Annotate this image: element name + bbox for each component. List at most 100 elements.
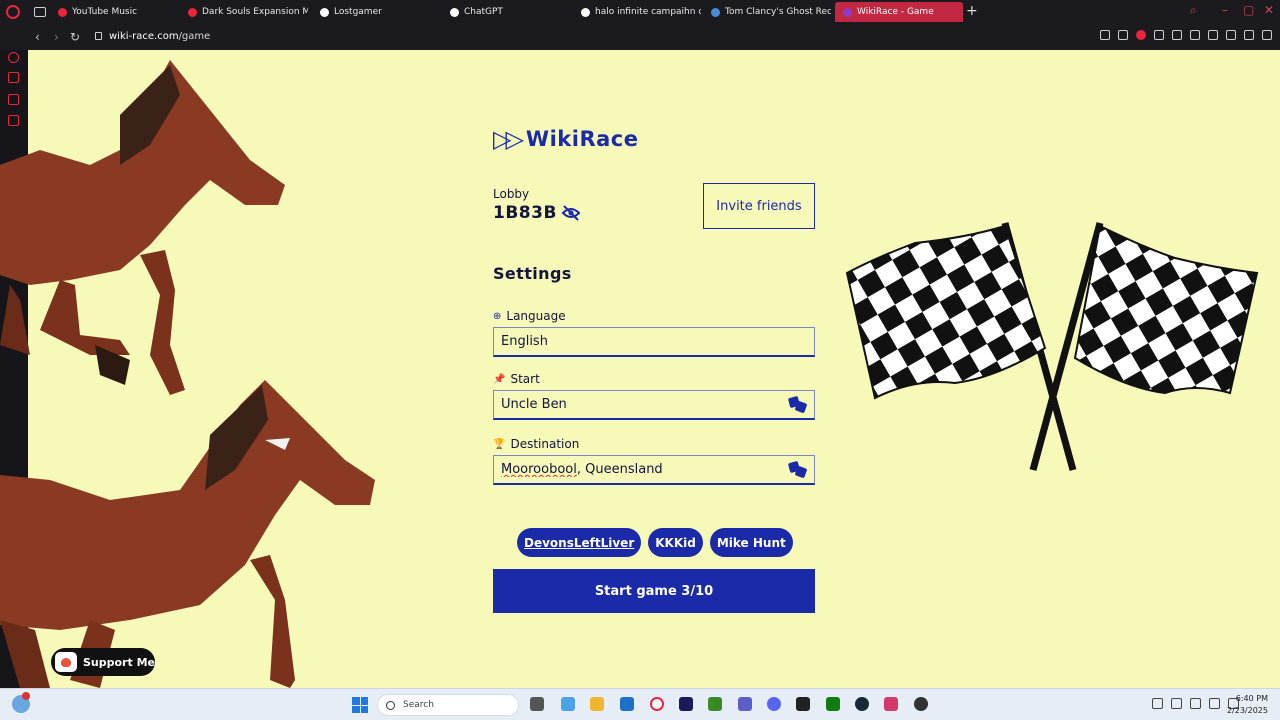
destination-label: 🏆 Destination bbox=[493, 437, 579, 451]
cube-icon[interactable] bbox=[1208, 30, 1218, 40]
file-explorer-icon[interactable] bbox=[590, 697, 604, 711]
invite-friends-button[interactable]: Invite friends bbox=[703, 183, 815, 229]
tab-chatgpt[interactable]: ChatGPT bbox=[442, 2, 570, 22]
task-view-icon[interactable] bbox=[530, 697, 544, 711]
url-domain: wiki-race.com bbox=[109, 31, 179, 42]
display-icon[interactable] bbox=[1209, 698, 1220, 709]
player-chip[interactable]: DevonsLeftLiver bbox=[517, 528, 642, 557]
app-icon[interactable] bbox=[884, 697, 898, 711]
support-me-button[interactable]: Support Me bbox=[51, 648, 155, 676]
url-field[interactable]: wiki-race.com/game bbox=[109, 31, 210, 42]
destination-article-input[interactable]: Mooroobool, Queensland bbox=[493, 455, 815, 485]
language-label-text: Language bbox=[506, 309, 566, 323]
teams-icon[interactable] bbox=[738, 697, 752, 711]
obs-icon[interactable] bbox=[914, 697, 928, 711]
reload-icon[interactable]: ↻ bbox=[70, 30, 80, 44]
search-tabs-icon[interactable]: ⌕ bbox=[1190, 3, 1197, 18]
start-label: 📌 Start bbox=[493, 372, 540, 386]
clock-date: 2/23/2025 bbox=[1226, 706, 1268, 715]
play-icon[interactable] bbox=[1154, 30, 1164, 40]
new-tab-plus-icon[interactable]: + bbox=[966, 3, 978, 19]
brand: ▷▷ WikiRace bbox=[493, 127, 638, 151]
language-label: ⊕ Language bbox=[493, 309, 566, 323]
steam-icon bbox=[711, 7, 720, 17]
pin-icon: 📌 bbox=[493, 373, 506, 385]
notification-badge bbox=[22, 692, 30, 700]
tab-label: YouTube Music bbox=[72, 7, 138, 17]
destination-label-text: Destination bbox=[510, 437, 580, 451]
tab-label: halo infinite campaihn co bbox=[595, 7, 701, 17]
chevron-up-icon[interactable] bbox=[1152, 698, 1163, 709]
player-chip[interactable]: Mike Hunt bbox=[709, 528, 793, 557]
dice-icon[interactable] bbox=[787, 395, 808, 413]
tab-youtube-music[interactable]: YouTube Music bbox=[50, 2, 175, 22]
youtube-icon bbox=[188, 7, 197, 17]
download-icon[interactable] bbox=[1244, 30, 1254, 40]
back-icon[interactable]: ‹ bbox=[35, 30, 40, 44]
start-game-button[interactable]: Start game 3/10 bbox=[493, 569, 815, 613]
address-bar: ‹ › ↻ wiki-race.com/game bbox=[0, 25, 1280, 50]
windows-taskbar: Search 6:40 PM 2/23/2025 bbox=[0, 688, 1280, 720]
player-list: DevonsLeftLiver KKKid Mike Hunt bbox=[517, 528, 793, 557]
terminal-icon[interactable] bbox=[796, 697, 810, 711]
taskbar-search[interactable]: Search bbox=[377, 694, 519, 716]
checkered-flags-image bbox=[845, 222, 1259, 471]
close-icon[interactable]: ✕ bbox=[1264, 3, 1274, 17]
destination-value-part2: , Queensland bbox=[576, 462, 663, 477]
minecraft-icon[interactable] bbox=[708, 697, 722, 711]
discord-icon[interactable] bbox=[767, 697, 781, 711]
tab-wikirace[interactable]: WikiRace - Game bbox=[835, 2, 963, 22]
windows-start-icon[interactable] bbox=[352, 697, 368, 713]
tab-label: ChatGPT bbox=[464, 7, 503, 17]
start-label-text: Start bbox=[510, 372, 540, 386]
eye-slash-icon[interactable] bbox=[561, 205, 581, 221]
theme-icon[interactable] bbox=[1190, 30, 1200, 40]
outlook-icon[interactable] bbox=[620, 697, 634, 711]
tab-dark-souls[interactable]: Dark Souls Expansion MOD bbox=[180, 2, 308, 22]
heart-icon[interactable] bbox=[1172, 30, 1182, 40]
clock[interactable]: 6:40 PM 2/23/2025 bbox=[1226, 693, 1268, 717]
microphone-icon[interactable] bbox=[1171, 698, 1182, 709]
fast-forward-icon: ▷▷ bbox=[493, 125, 524, 153]
destination-value-part1: Mooroobool bbox=[501, 462, 577, 477]
kofi-cup-icon bbox=[55, 652, 77, 672]
tab-ghost-recon[interactable]: Tom Clancy's Ghost Recon bbox=[703, 2, 831, 22]
google-icon bbox=[581, 7, 590, 17]
account-icon[interactable] bbox=[1226, 30, 1236, 40]
minimize-icon[interactable]: – bbox=[1222, 3, 1228, 17]
tab-lostgamer[interactable]: Lostgamer bbox=[312, 2, 440, 22]
steam-taskbar-icon[interactable] bbox=[855, 697, 869, 711]
menu-icon[interactable] bbox=[1262, 30, 1272, 40]
language-value: English bbox=[501, 334, 548, 349]
xbox-icon[interactable] bbox=[826, 697, 840, 711]
start-article-input[interactable]: Uncle Ben bbox=[493, 390, 815, 420]
youtube-music-icon bbox=[58, 7, 67, 17]
dice-icon[interactable] bbox=[787, 460, 808, 478]
clock-time: 6:40 PM bbox=[1235, 694, 1268, 703]
language-select[interactable]: English bbox=[493, 327, 815, 357]
lobby-label: Lobby bbox=[493, 187, 530, 201]
toolbar-icons bbox=[1100, 30, 1272, 40]
support-label: Support Me bbox=[83, 655, 155, 669]
tab-label: WikiRace - Game bbox=[857, 7, 934, 17]
lock-icon bbox=[95, 32, 102, 40]
opera-logo-icon[interactable] bbox=[6, 5, 20, 19]
opera-taskbar-icon[interactable] bbox=[650, 697, 664, 711]
pen-icon[interactable] bbox=[1190, 698, 1201, 709]
wikirace-favicon-icon bbox=[843, 7, 852, 17]
tab-label: Dark Souls Expansion MOD bbox=[202, 7, 308, 17]
forward-icon[interactable]: › bbox=[54, 30, 59, 44]
premiere-icon[interactable] bbox=[679, 697, 693, 711]
horse-image-bottom bbox=[0, 380, 375, 688]
adblock-icon[interactable] bbox=[1136, 30, 1146, 40]
player-chip[interactable]: KKKid bbox=[648, 528, 703, 557]
browser-tab-bar: YouTube Music Dark Souls Expansion MOD L… bbox=[0, 0, 1280, 25]
tab-list-icon[interactable] bbox=[34, 7, 46, 17]
app-title: WikiRace bbox=[525, 127, 639, 151]
maximize-icon[interactable]: ▢ bbox=[1243, 3, 1254, 17]
tab-google-search[interactable]: halo infinite campaihn co bbox=[573, 2, 701, 22]
camera-icon[interactable] bbox=[1118, 30, 1128, 40]
edit-icon[interactable] bbox=[1100, 30, 1110, 40]
copilot-icon[interactable] bbox=[561, 697, 575, 711]
horse-image-top bbox=[0, 60, 285, 395]
